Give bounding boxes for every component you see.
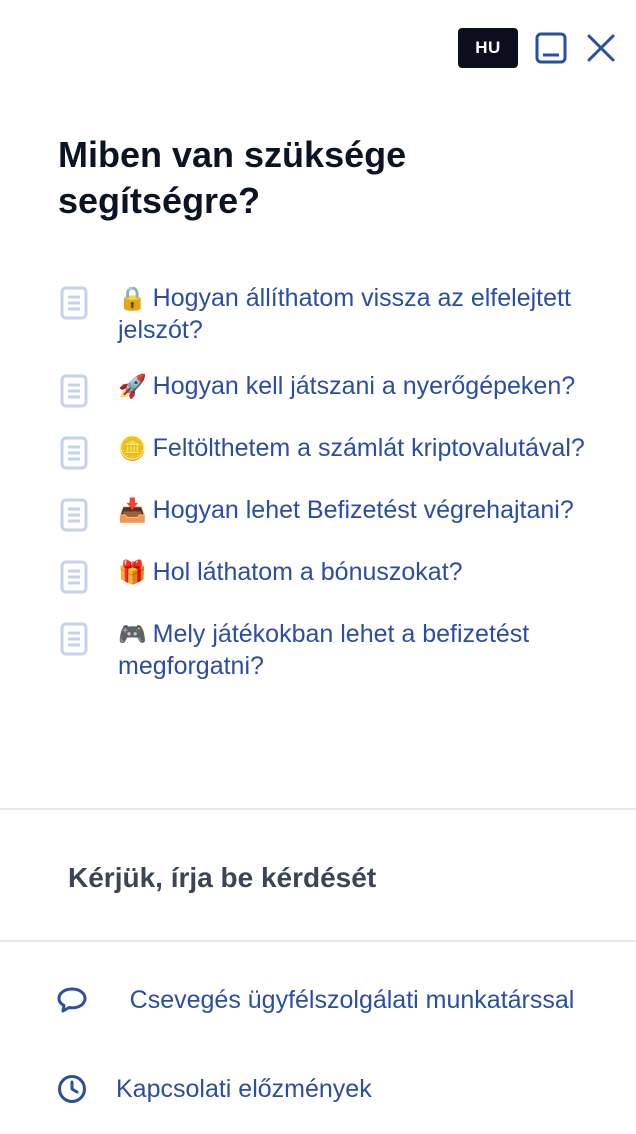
document-icon (60, 374, 88, 408)
header-controls: HU (458, 28, 618, 68)
divider (0, 808, 636, 810)
game-controller-icon: 🎮 (118, 621, 147, 647)
faq-link[interactable]: 🪙 Feltölthetem a számlát kriptovalutával? (118, 432, 585, 464)
faq-item[interactable]: 🔒 Hogyan állíthatom vissza az elfelejtett… (60, 282, 600, 346)
minimize-icon[interactable] (534, 31, 568, 65)
faq-label: Hogyan lehet Befizetést végrehajtani? (152, 496, 574, 524)
faq-item[interactable]: 🪙 Feltölthetem a számlát kriptovalutával? (60, 432, 600, 470)
history-label: Kapcsolati előzmények (116, 1074, 372, 1103)
contact-history-button[interactable]: Kapcsolati előzmények (56, 1073, 372, 1105)
page-title: Miben van szüksége segítségre? (58, 134, 407, 221)
divider (0, 940, 636, 942)
document-icon (60, 286, 88, 320)
faq-link[interactable]: 🔒 Hogyan állíthatom vissza az elfelejtett… (118, 282, 600, 346)
chat-label: Csevegés ügyfélszolgálati munkatárssal (129, 986, 575, 1014)
faq-link[interactable]: 🎁 Hol láthatom a bónuszokat? (118, 556, 463, 588)
coin-icon: 🪙 (118, 435, 147, 461)
rocket-icon: 🚀 (118, 373, 147, 399)
faq-label: Hogyan kell játszani a nyerőgépeken? (152, 372, 576, 400)
faq-item[interactable]: 🎁 Hol láthatom a bónuszokat? (60, 556, 600, 594)
clock-icon (58, 1075, 86, 1103)
question-input[interactable] (68, 856, 588, 900)
faq-item[interactable]: 🚀 Hogyan kell játszani a nyerőgépeken? (60, 370, 600, 408)
document-icon (60, 498, 88, 532)
faq-label: Mely játékokban lehet a befizetést megfo… (118, 620, 530, 680)
gift-icon: 🎁 (118, 559, 147, 585)
faq-item[interactable]: 🎮 Mely játékokban lehet a befizetést megf… (60, 618, 600, 682)
faq-item[interactable]: 📥 Hogyan lehet Befizetést végrehajtani? (60, 494, 600, 532)
faq-label: Hol láthatom a bónuszokat? (152, 558, 463, 586)
document-icon (60, 436, 88, 470)
faq-link[interactable]: 📥 Hogyan lehet Befizetést végrehajtani? (118, 494, 574, 526)
language-selector[interactable]: HU (458, 28, 518, 68)
inbox-tray-icon: 📥 (118, 497, 147, 523)
lock-icon: 🔒 (118, 285, 147, 311)
faq-label: Feltölthetem a számlát kriptovalutával? (152, 434, 585, 462)
chat-bubble-icon (57, 987, 87, 1013)
document-icon (60, 622, 88, 656)
faq-link[interactable]: 🎮 Mely játékokban lehet a befizetést megf… (118, 618, 600, 682)
document-icon (60, 560, 88, 594)
faq-link[interactable]: 🚀 Hogyan kell játszani a nyerőgépeken? (118, 370, 575, 402)
chat-with-agent-button[interactable]: Csevegés ügyfélszolgálati munkatárssal (56, 984, 596, 1016)
faq-label: Hogyan állíthatom vissza az elfelejtett … (118, 284, 571, 344)
close-icon[interactable] (584, 31, 618, 65)
faq-list: 🔒 Hogyan állíthatom vissza az elfelejtett… (60, 282, 600, 706)
